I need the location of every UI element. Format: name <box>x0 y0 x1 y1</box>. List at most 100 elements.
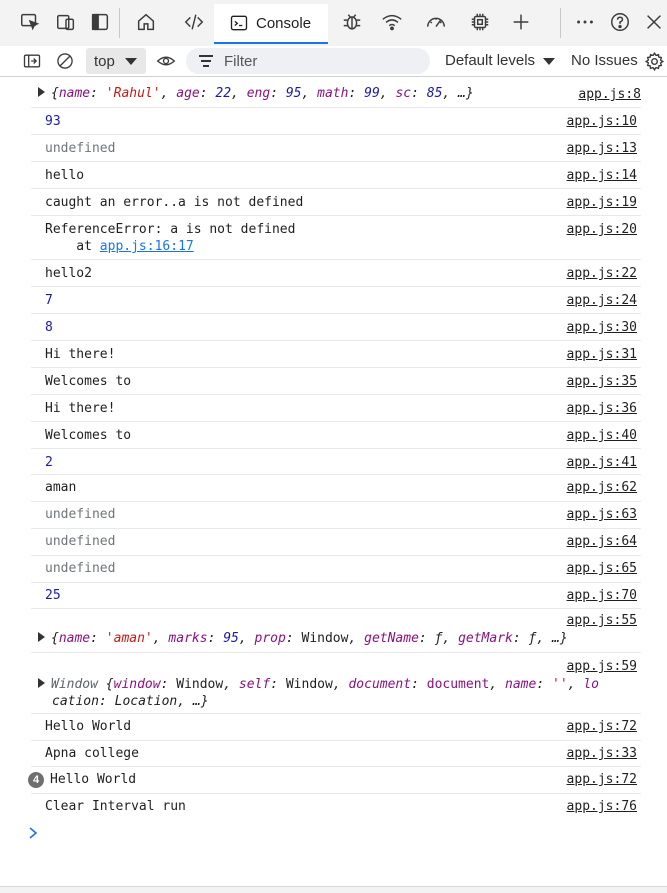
log-message: caught an error..a is not defined <box>45 195 304 210</box>
log-row: app.js:55 {name: 'aman', marks: 95, prop… <box>31 608 641 653</box>
toggle-panel-icon[interactable] <box>87 9 113 35</box>
stack-trace-link[interactable]: app.js:16:17 <box>100 239 194 254</box>
source-link[interactable]: app.js:65 <box>567 561 637 576</box>
log-levels-label: Default levels <box>445 52 536 69</box>
log-message: 25 <box>45 588 61 603</box>
log-row: app.js:59 Window {window: Window, self: … <box>31 652 641 714</box>
expand-triangle-icon[interactable] <box>38 87 45 97</box>
source-link[interactable]: app.js:70 <box>567 588 637 603</box>
log-message: Hello World <box>45 719 132 734</box>
log-row: 8 app.js:30 <box>31 313 641 341</box>
source-link[interactable]: app.js:19 <box>567 195 637 210</box>
expand-triangle-icon[interactable] <box>38 678 45 688</box>
filter-input[interactable] <box>222 51 406 71</box>
wifi-network-icon[interactable] <box>379 9 405 35</box>
expandable-object[interactable]: {name: 'Rahul', age: 22, eng: 95, math: … <box>38 86 474 101</box>
source-link[interactable]: app.js:35 <box>567 374 637 389</box>
source-link[interactable]: app.js:20 <box>567 222 637 237</box>
source-link[interactable]: app.js:72 <box>567 772 637 787</box>
filter-icon <box>198 55 214 67</box>
chevron-down-icon <box>543 57 556 65</box>
memory-chip-icon[interactable] <box>467 9 493 35</box>
source-link[interactable]: app.js:76 <box>567 799 637 814</box>
source-link[interactable]: app.js:40 <box>567 428 637 443</box>
log-row: aman app.js:62 <box>31 474 641 502</box>
expand-triangle-icon[interactable] <box>38 632 45 642</box>
log-row: undefined app.js:65 <box>31 555 641 583</box>
source-link[interactable]: app.js:55 <box>567 613 637 628</box>
log-levels-dropdown[interactable]: Default levels <box>445 52 556 69</box>
log-message: aman <box>45 480 77 495</box>
source-link[interactable]: app.js:24 <box>567 293 637 308</box>
console-icon <box>228 12 250 34</box>
source-link[interactable]: app.js:64 <box>567 534 637 549</box>
context-selector-value: top <box>94 52 115 70</box>
elements-code-icon[interactable] <box>181 9 207 35</box>
log-row: Hello World app.js:72 <box>31 713 641 741</box>
log-row: caught an error..a is not defined app.js… <box>31 188 641 216</box>
expandable-object[interactable]: Window {window: Window, self: Window, do… <box>38 677 599 692</box>
source-link[interactable]: app.js:72 <box>567 719 637 734</box>
clear-console-icon[interactable] <box>52 48 78 74</box>
log-row: undefined app.js:13 <box>31 134 641 162</box>
source-link[interactable]: app.js:14 <box>567 168 637 183</box>
log-message: Apna college <box>45 746 139 761</box>
close-devtools-icon[interactable] <box>641 9 667 35</box>
log-message: undefined <box>45 507 116 522</box>
source-link[interactable]: app.js:33 <box>567 746 637 761</box>
log-row: {name: 'Rahul', age: 22, eng: 95, math: … <box>31 77 641 108</box>
log-row: Clear Interval run app.js:76 <box>31 793 641 820</box>
log-message: 7 <box>45 293 53 308</box>
filter-box[interactable] <box>186 48 430 74</box>
source-link[interactable]: app.js:31 <box>567 347 637 362</box>
log-message: Clear Interval run <box>45 799 186 814</box>
source-link[interactable]: app.js:8 <box>578 87 641 102</box>
context-selector[interactable]: top <box>86 48 146 74</box>
log-row: hello2 app.js:22 <box>31 259 641 287</box>
console-toolbar: top Default levels No Issues <box>0 46 667 77</box>
console-prompt-chevron-icon[interactable] <box>27 826 39 840</box>
source-link[interactable]: app.js:59 <box>567 659 637 674</box>
add-tool-plus-icon[interactable] <box>508 9 534 35</box>
source-link[interactable]: app.js:41 <box>567 455 637 470</box>
log-row: Apna college app.js:33 <box>31 740 641 767</box>
tab-divider <box>560 8 561 38</box>
log-row: 2 app.js:41 <box>31 448 641 475</box>
bug-sources-icon[interactable] <box>339 9 365 35</box>
help-question-icon[interactable] <box>607 9 633 35</box>
issues-counter[interactable]: No Issues <box>571 52 638 69</box>
performance-gauge-icon[interactable] <box>423 9 449 35</box>
log-row: 93 app.js:10 <box>31 107 641 135</box>
inspect-element-icon[interactable] <box>17 9 43 35</box>
log-message: 2 <box>45 455 53 470</box>
log-message: undefined <box>45 561 116 576</box>
log-message: Welcomes to <box>45 428 132 443</box>
log-row: 25 app.js:70 <box>31 582 641 609</box>
more-options-icon[interactable] <box>572 9 598 35</box>
source-link[interactable]: app.js:10 <box>567 114 637 129</box>
log-row: Welcomes to app.js:40 <box>31 421 641 449</box>
log-message: hello <box>45 168 85 183</box>
stack-trace-line: at app.js:16:17 <box>45 239 194 254</box>
chevron-down-icon <box>124 57 137 65</box>
log-message: Hello World <box>50 772 137 787</box>
log-message: undefined <box>45 534 116 549</box>
log-row: Hi there! app.js:31 <box>31 340 641 368</box>
tab-console[interactable]: Console <box>214 4 328 44</box>
log-row-error: ReferenceError: a is not defined at app.… <box>31 215 641 260</box>
welcome-home-icon[interactable] <box>133 9 159 35</box>
log-message: 8 <box>45 320 53 335</box>
source-link[interactable]: app.js:63 <box>567 507 637 522</box>
expandable-object[interactable]: {name: 'aman', marks: 95, prop: Window, … <box>38 631 568 646</box>
devtools-tab-bar: Console <box>0 0 667 47</box>
log-row: Welcomes to app.js:35 <box>31 367 641 395</box>
show-sidebar-icon[interactable] <box>19 48 45 74</box>
device-emulation-icon[interactable] <box>53 9 79 35</box>
source-link[interactable]: app.js:36 <box>567 401 637 416</box>
source-link[interactable]: app.js:13 <box>567 141 637 156</box>
source-link[interactable]: app.js:22 <box>567 266 637 281</box>
live-expression-eye-icon[interactable] <box>153 48 179 74</box>
console-settings-gear-icon[interactable] <box>641 48 667 74</box>
source-link[interactable]: app.js:30 <box>567 320 637 335</box>
source-link[interactable]: app.js:62 <box>567 480 637 495</box>
